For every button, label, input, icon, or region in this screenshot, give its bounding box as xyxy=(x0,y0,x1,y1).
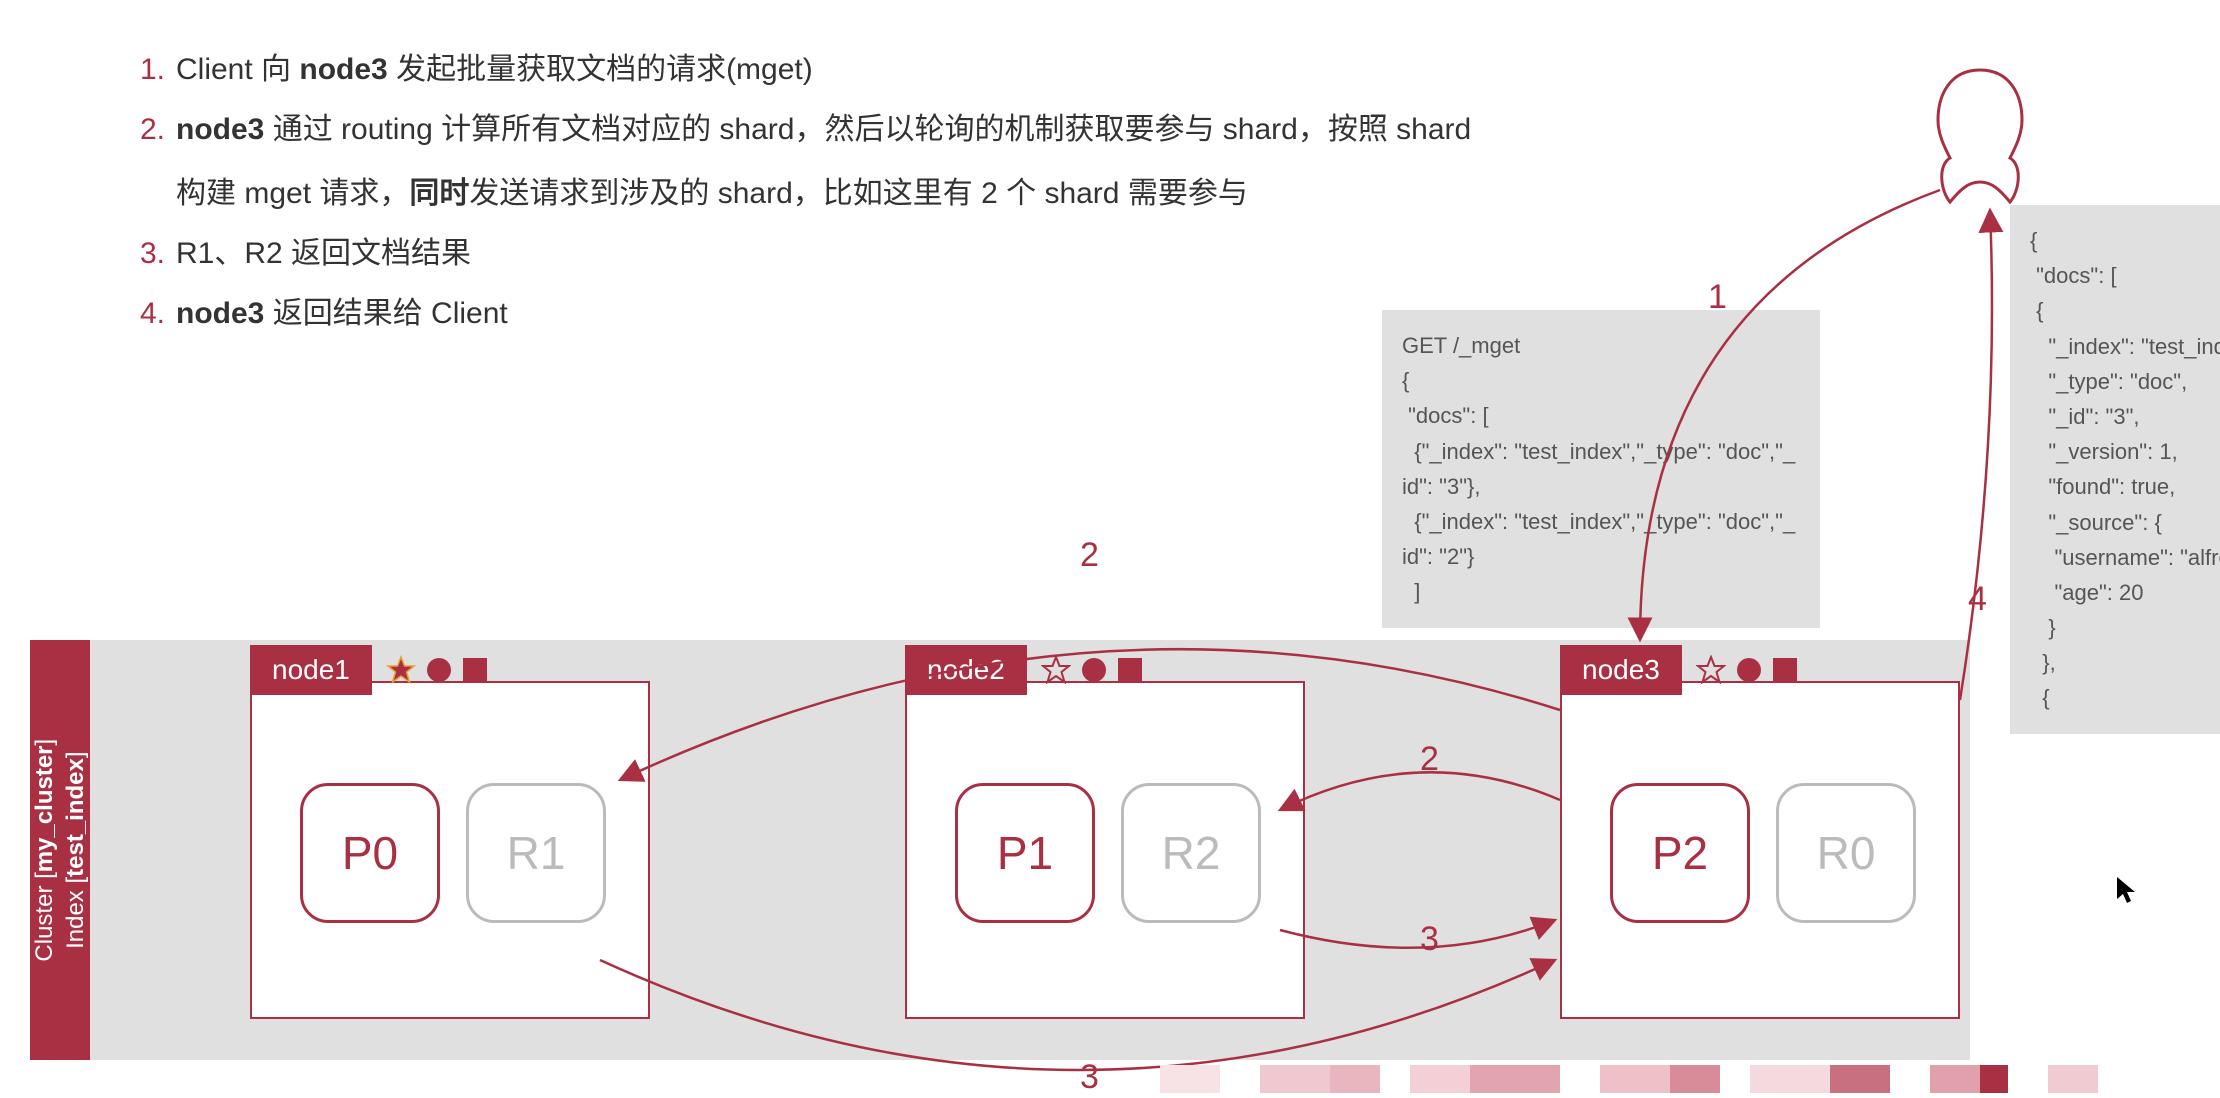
shard-p0: P0 xyxy=(300,783,440,923)
node2-icons xyxy=(1041,655,1143,685)
step-1: 1. Client 向 node3 发起批量获取文档的请求(mget) xyxy=(140,40,1471,100)
response-code-box: { "docs": [ { "_index": "test_index", "_… xyxy=(2010,205,2220,734)
node1-box: node1 P0 R1 xyxy=(250,681,650,1019)
cursor-icon xyxy=(2115,875,2137,912)
circle-filled-icon xyxy=(1081,657,1107,683)
step-num: 3. xyxy=(140,224,176,284)
node2-label: node2 xyxy=(905,645,1027,695)
step-num: 2. xyxy=(140,100,176,160)
node3-box: node3 P2 R0 xyxy=(1560,681,1960,1019)
node2-header: node2 xyxy=(905,645,1143,695)
cluster-label-text: Cluster [my_cluster] Index [test_index] xyxy=(29,739,91,962)
square-filled-icon xyxy=(1117,657,1143,683)
star-outline-icon xyxy=(1041,655,1071,685)
step-3: 3. R1、R2 返回文档结果 xyxy=(140,224,1471,284)
shard-r2: R2 xyxy=(1121,783,1261,923)
square-filled-icon xyxy=(462,657,488,683)
step-text: R1、R2 返回文档结果 xyxy=(176,224,471,284)
decorative-pixel-bar xyxy=(1160,1065,2098,1093)
arrow-label-2-mid: 2 xyxy=(1420,740,1439,779)
request-code-box: GET /_mget { "docs": [ {"_index": "test_… xyxy=(1382,310,1820,628)
star-outline-icon xyxy=(1696,655,1726,685)
step-2-cont: 构建 mget 请求，同时发送请求到涉及的 shard，比如这里有 2 个 sh… xyxy=(140,164,1471,224)
arrow-label-4: 4 xyxy=(1968,580,1987,619)
step-text: Client 向 node3 发起批量获取文档的请求(mget) xyxy=(176,40,813,100)
steps-list: 1. Client 向 node3 发起批量获取文档的请求(mget) 2. n… xyxy=(140,40,1471,344)
shard-r1: R1 xyxy=(466,783,606,923)
shard-p1: P1 xyxy=(955,783,1095,923)
arrow-label-2-top: 2 xyxy=(1080,536,1099,575)
step-2: 2. node3 通过 routing 计算所有文档对应的 shard，然后以轮… xyxy=(140,100,1471,160)
step-num: 1. xyxy=(140,40,176,100)
step-text: node3 返回结果给 Client xyxy=(176,284,508,344)
circle-filled-icon xyxy=(1736,657,1762,683)
step-4: 4. node3 返回结果给 Client xyxy=(140,284,1471,344)
arrow-label-3-mid: 3 xyxy=(1420,920,1439,959)
circle-filled-icon xyxy=(426,657,452,683)
square-filled-icon xyxy=(1772,657,1798,683)
node1-label: node1 xyxy=(250,645,372,695)
shard-r0: R0 xyxy=(1776,783,1916,923)
node1-icons xyxy=(386,655,488,685)
node3-label: node3 xyxy=(1560,645,1682,695)
node3-header: node3 xyxy=(1560,645,1798,695)
node1-header: node1 xyxy=(250,645,488,695)
arrow-label-3-bot: 3 xyxy=(1080,1058,1099,1097)
step-num: 4. xyxy=(140,284,176,344)
node2-box: node2 P1 R2 xyxy=(905,681,1305,1019)
star-filled-icon xyxy=(386,655,416,685)
node3-icons xyxy=(1696,655,1798,685)
shard-p2: P2 xyxy=(1610,783,1750,923)
cluster-label-bar: Cluster [my_cluster] Index [test_index] xyxy=(30,640,90,1060)
client-head-icon xyxy=(1920,60,2040,220)
arrow-label-1: 1 xyxy=(1708,278,1727,317)
step-text: node3 通过 routing 计算所有文档对应的 shard，然后以轮询的机… xyxy=(176,100,1471,160)
